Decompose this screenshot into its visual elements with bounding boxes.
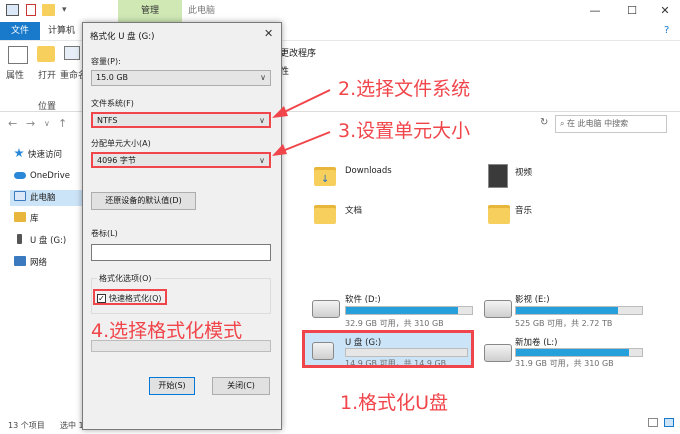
arrow-allocation [279,131,331,153]
annotation-step3: 3.设置单元大小 [338,120,471,142]
annotation-step4: 4.选择格式化模式 [91,320,243,342]
annotation-arrows [272,89,331,156]
annotation-step1: 1.格式化U盘 [340,392,449,414]
annotation-step2: 2.选择文件系统 [338,78,471,100]
arrow-filesystem [279,89,331,115]
arrowhead-filesystem [272,106,288,118]
arrowhead-allocation [272,144,287,156]
